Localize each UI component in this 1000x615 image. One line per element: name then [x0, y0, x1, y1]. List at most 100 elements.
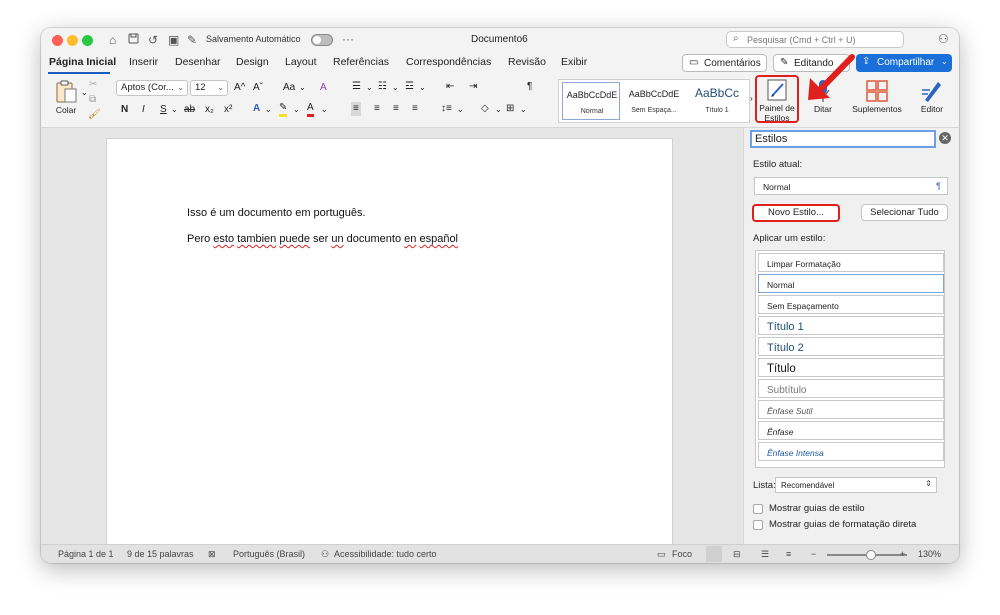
- style-card-normal[interactable]: AaBbCcDdE Normal: [562, 82, 620, 120]
- autosave-toggle[interactable]: [311, 34, 333, 46]
- editor-button[interactable]: Editor: [915, 78, 949, 114]
- style-list-item[interactable]: Subtítulo: [758, 379, 944, 398]
- strikethrough-button[interactable]: ab: [184, 103, 195, 117]
- copy-icon[interactable]: ⧉: [89, 93, 96, 107]
- show-style-guides-checkbox[interactable]: [753, 504, 763, 514]
- select-all-button[interactable]: Selecionar Tudo: [861, 204, 948, 221]
- style-list-item[interactable]: Ênfase Intensa: [758, 442, 944, 461]
- paragraph-2[interactable]: Pero esto tambien puede ser un documento…: [187, 233, 458, 245]
- style-list-item[interactable]: Título: [758, 358, 944, 377]
- comments-button[interactable]: ▭ Comentários: [682, 54, 767, 72]
- text-effects-icon[interactable]: A: [253, 102, 260, 116]
- show-formatting-icon[interactable]: ¶: [527, 80, 532, 94]
- change-case-icon[interactable]: Aa: [283, 81, 295, 95]
- chevron-down-icon[interactable]: ⌄: [457, 103, 464, 117]
- font-name-combo[interactable]: Aptos (Cor... ⌄: [116, 80, 188, 96]
- style-list-item[interactable]: Sem Espaçamento: [758, 295, 944, 314]
- paste-button[interactable]: Colar: [51, 79, 81, 115]
- search-input[interactable]: ⌕ Pesquisar (Cmd + Ctrl + U): [726, 31, 904, 48]
- close-pane-icon[interactable]: ✕: [939, 132, 951, 144]
- italic-button[interactable]: I: [142, 103, 145, 117]
- highlight-color-icon[interactable]: ✎: [279, 102, 288, 117]
- accessibility-status[interactable]: Acessibilidade: tudo certo: [334, 549, 437, 559]
- underline-button[interactable]: S: [160, 103, 167, 117]
- style-list-item[interactable]: Normal: [758, 274, 944, 293]
- print-layout-icon[interactable]: [706, 546, 722, 562]
- chevron-down-icon[interactable]: ⌄: [293, 103, 300, 117]
- tab-design[interactable]: Design: [236, 56, 269, 68]
- tab-pagina-inicial[interactable]: Página Inicial: [49, 56, 116, 68]
- addins-button[interactable]: Suplementos: [847, 78, 907, 114]
- paragraph-1[interactable]: Isso é um documento em português.: [187, 207, 366, 219]
- gallery-more-icon[interactable]: ›: [750, 92, 753, 106]
- zoom-out-button[interactable]: −: [811, 549, 816, 559]
- increase-indent-icon[interactable]: ⇥: [469, 80, 477, 94]
- minimize-window-button[interactable]: [67, 35, 78, 46]
- account-icon[interactable]: ⚇: [938, 32, 949, 46]
- bullets-icon[interactable]: ☰: [352, 80, 361, 94]
- style-list-item[interactable]: Limpar Formatação: [758, 253, 944, 272]
- pen-icon[interactable]: ✎: [187, 32, 197, 48]
- save-icon[interactable]: [128, 32, 139, 48]
- accessibility-icon[interactable]: ⚇: [321, 549, 329, 560]
- undo-icon[interactable]: ↺: [148, 32, 158, 48]
- style-card-titulo-1[interactable]: AaBbCc Título 1: [688, 82, 746, 120]
- format-painter-icon[interactable]: 🖌: [88, 108, 101, 122]
- show-direct-format-guides-checkbox[interactable]: [753, 520, 763, 530]
- multilevel-list-icon[interactable]: ☲: [405, 80, 414, 94]
- share-button[interactable]: ⇪ Compartilhar ⌄: [856, 54, 952, 72]
- chevron-down-icon[interactable]: ⌄: [495, 103, 502, 117]
- tab-inserir[interactable]: Inserir: [129, 56, 158, 68]
- clear-formatting-icon[interactable]: A: [320, 81, 327, 95]
- chevron-down-icon[interactable]: ⌄: [520, 103, 527, 117]
- font-color-icon[interactable]: A: [307, 102, 314, 117]
- print-icon[interactable]: ▣: [168, 32, 179, 48]
- current-style-field[interactable]: Normal ¶: [754, 177, 948, 195]
- tab-exibir[interactable]: Exibir: [561, 56, 587, 68]
- shading-icon[interactable]: ◇: [481, 102, 489, 116]
- page-count[interactable]: Página 1 de 1: [58, 549, 114, 559]
- language-status[interactable]: Português (Brasil): [233, 549, 305, 559]
- close-window-button[interactable]: [52, 35, 63, 46]
- style-list-item[interactable]: Ênfase: [758, 421, 944, 440]
- align-center-icon[interactable]: ≡: [374, 102, 380, 116]
- chevron-down-icon[interactable]: ⌄: [419, 81, 426, 95]
- word-count[interactable]: 9 de 15 palavras: [127, 549, 194, 559]
- focus-icon[interactable]: ▭: [657, 549, 666, 560]
- subscript-button[interactable]: x₂: [205, 103, 214, 117]
- tab-desenhar[interactable]: Desenhar: [175, 56, 221, 68]
- style-list-item[interactable]: Título 1: [758, 316, 944, 335]
- tab-referencias[interactable]: Referências: [333, 56, 389, 68]
- zoom-level[interactable]: 130%: [918, 549, 941, 559]
- new-style-button[interactable]: Novo Estilo...: [752, 204, 840, 222]
- home-icon[interactable]: ⌂: [109, 32, 116, 48]
- chevron-down-icon[interactable]: ⌄: [171, 103, 178, 117]
- chevron-down-icon[interactable]: ⌄: [392, 81, 399, 95]
- align-right-icon[interactable]: ≡: [393, 102, 399, 116]
- tab-layout[interactable]: Layout: [285, 56, 317, 68]
- zoom-in-button[interactable]: +: [900, 549, 905, 559]
- superscript-button[interactable]: x²: [224, 103, 232, 117]
- zoom-window-button[interactable]: [82, 35, 93, 46]
- outline-view-icon[interactable]: ☰: [761, 549, 769, 560]
- style-list-item[interactable]: Ênfase Sutil: [758, 400, 944, 419]
- zoom-slider-handle[interactable]: [866, 550, 876, 560]
- numbering-icon[interactable]: ☷: [378, 80, 387, 94]
- list-filter-select[interactable]: Recomendável ⇕: [775, 477, 937, 493]
- justify-icon[interactable]: ≡: [412, 102, 418, 116]
- tab-correspondencias[interactable]: Correspondências: [406, 56, 491, 68]
- bold-button[interactable]: N: [121, 103, 128, 117]
- font-size-combo[interactable]: 12 ⌄: [190, 80, 228, 96]
- chevron-down-icon[interactable]: ⌄: [366, 81, 373, 95]
- grow-font-icon[interactable]: A^: [234, 81, 245, 95]
- proofing-icon[interactable]: ⊠: [208, 549, 216, 560]
- style-card-sem-espacamento[interactable]: AaBbCcDdE Sem Espaça...: [625, 82, 683, 120]
- cut-icon[interactable]: ✂: [89, 78, 97, 92]
- document-page[interactable]: Isso é um documento em português. Pero e…: [107, 139, 672, 544]
- style-list-item[interactable]: Título 2: [758, 337, 944, 356]
- shrink-font-icon[interactable]: Aˇ: [253, 81, 263, 95]
- chevron-down-icon[interactable]: ⌄: [321, 103, 328, 117]
- chevron-down-icon[interactable]: ⌄: [299, 81, 306, 95]
- decrease-indent-icon[interactable]: ⇤: [446, 80, 454, 94]
- line-spacing-icon[interactable]: ↕≡: [441, 102, 452, 116]
